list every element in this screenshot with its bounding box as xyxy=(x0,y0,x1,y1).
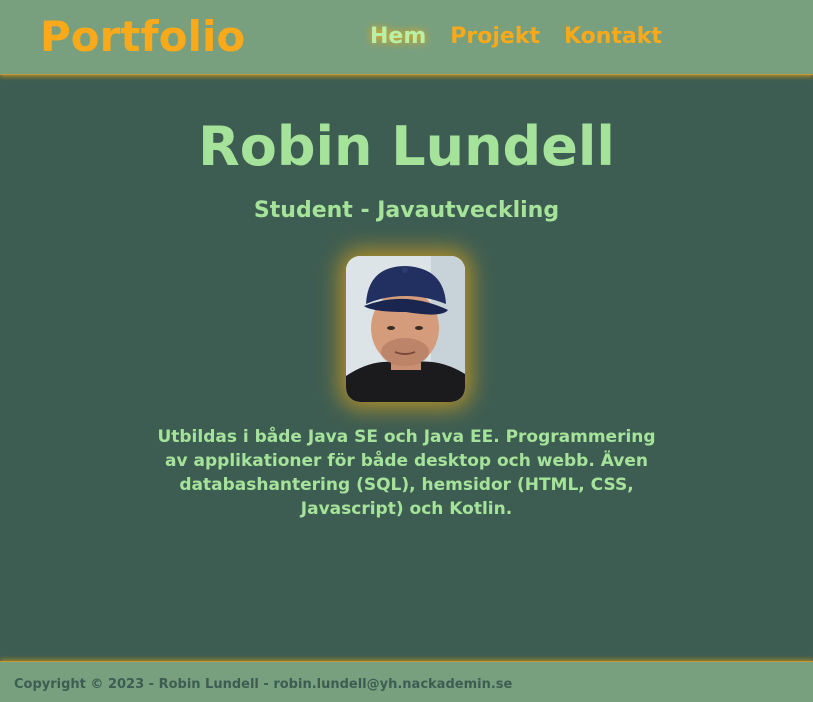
nav-link-kontakt[interactable]: Kontakt xyxy=(564,24,662,49)
intro-text: Utbildas i både Java SE och Java EE. Pro… xyxy=(157,427,656,519)
site-logo[interactable]: Portfolio xyxy=(40,12,245,61)
main-nav: Hem Projekt Kontakt xyxy=(370,24,662,49)
nav-link-hem[interactable]: Hem xyxy=(370,24,426,49)
nav-link-projekt[interactable]: Projekt xyxy=(450,24,540,49)
main-content: Robin Lundell Student - Javautveckling U… xyxy=(0,75,813,660)
top-navbar: Portfolio Hem Projekt Kontakt xyxy=(0,0,813,75)
page-subtitle: Student - Javautveckling xyxy=(253,198,560,223)
avatar-icon xyxy=(346,256,465,402)
page-title: Robin Lundell xyxy=(198,115,615,178)
copyright-text: Copyright © 2023 - Robin Lundell - robin… xyxy=(14,677,513,692)
site-footer: Copyright © 2023 - Robin Lundell - robin… xyxy=(0,661,813,702)
profile-photo xyxy=(346,256,465,402)
